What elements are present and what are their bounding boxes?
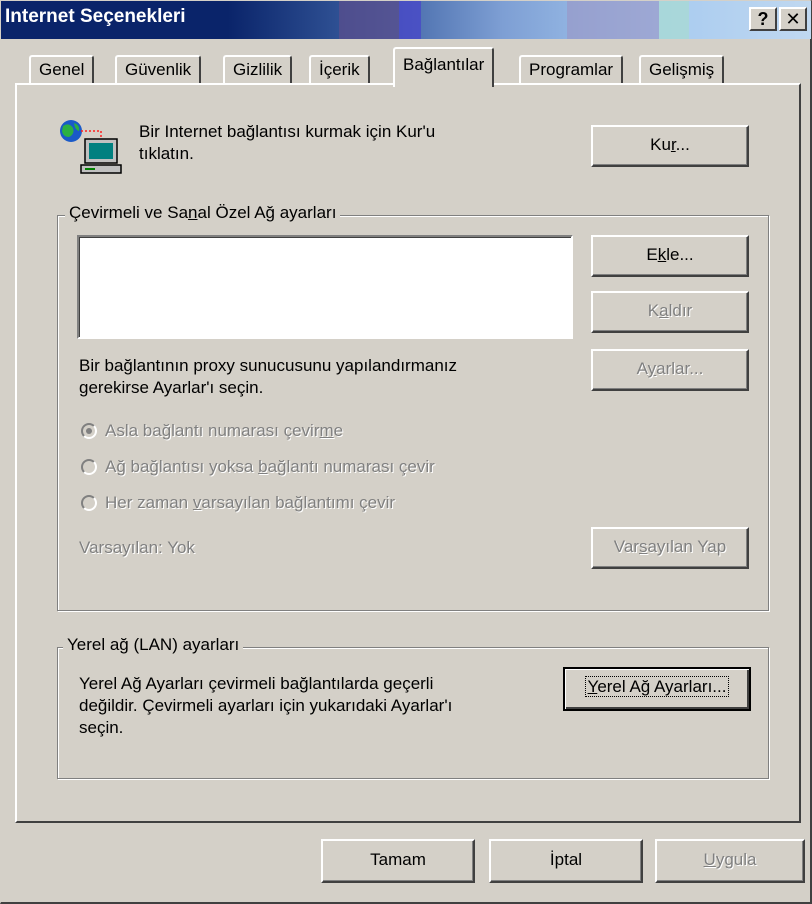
dialup-settings-button[interactable]: Ayarlar... bbox=[591, 349, 749, 391]
tab-guvenlik[interactable]: Güvenlik bbox=[115, 55, 202, 85]
radio-dial-if-no-network[interactable] bbox=[81, 459, 97, 475]
help-button[interactable]: ? bbox=[749, 7, 777, 31]
tab-genel[interactable]: Genel bbox=[29, 55, 95, 85]
lan-settings-button[interactable]: Yerel Ağ Ayarları... bbox=[563, 667, 751, 711]
tab-gelismis[interactable]: Gelişmiş bbox=[639, 55, 725, 85]
remove-button[interactable]: Kaldır bbox=[591, 291, 749, 333]
internet-options-dialog: Internet Seçenekleri ? ✕ Genel Güvenlik … bbox=[0, 0, 812, 904]
ok-button[interactable]: Tamam bbox=[321, 839, 475, 883]
connections-listbox[interactable] bbox=[77, 235, 573, 339]
proxy-text-line2: gerekirse Ayarlar'ı seçin. bbox=[79, 378, 264, 397]
setup-button[interactable]: Kur... bbox=[591, 125, 749, 167]
default-connection-label: Varsayılan: Yok bbox=[79, 538, 195, 557]
setup-text-line1: Bir Internet bağlantısı kurmak için Kur'… bbox=[139, 122, 436, 141]
add-button[interactable]: Ekle... bbox=[591, 235, 749, 277]
network-computer-icon bbox=[55, 117, 125, 177]
setup-text-line2: tıklatın. bbox=[139, 144, 194, 163]
tab-icerik[interactable]: İçerik bbox=[309, 55, 370, 85]
radio-never-dial[interactable] bbox=[81, 423, 97, 439]
lan-group-label: Yerel ağ (LAN) ayarları bbox=[63, 635, 244, 655]
lan-text-line3: seçin. bbox=[79, 718, 124, 737]
radio-dial-if-no-network-label: Ağ bağlantısı yoksa bağlantı numarası çe… bbox=[105, 457, 435, 476]
close-icon: ✕ bbox=[785, 9, 801, 29]
radio-always-dial-label: Her zaman varsayılan bağlantımı çevir bbox=[105, 493, 396, 512]
lan-text-line1: Yerel Ağ Ayarları çevirmeli bağlantılard… bbox=[79, 674, 434, 693]
close-button[interactable]: ✕ bbox=[779, 7, 807, 31]
dialup-group-label: Çevirmeli ve Sanal Özel Ağ ayarları bbox=[65, 203, 341, 223]
apply-button[interactable]: Uygula bbox=[655, 839, 805, 883]
tab-programlar[interactable]: Programlar bbox=[519, 55, 624, 85]
radio-never-dial-label: Asla bağlantı numarası çevirme bbox=[105, 421, 344, 440]
proxy-text-line1: Bir bağlantının proxy sunucusunu yapılan… bbox=[79, 356, 458, 375]
radio-selected-dot bbox=[86, 428, 92, 434]
title-bar[interactable]: Internet Seçenekleri ? ✕ bbox=[1, 1, 811, 39]
cancel-button[interactable]: İptal bbox=[489, 839, 643, 883]
window-title: Internet Seçenekleri bbox=[5, 6, 186, 27]
lan-text-line2: değildir. Çevirmeli ayarları için yukarı… bbox=[79, 696, 453, 715]
tab-baglantilar[interactable]: Bağlantılar bbox=[393, 47, 495, 87]
tab-gizlilik[interactable]: Gizlilik bbox=[223, 55, 293, 85]
set-default-button[interactable]: Varsayılan Yap bbox=[591, 527, 749, 569]
radio-always-dial[interactable] bbox=[81, 495, 97, 511]
